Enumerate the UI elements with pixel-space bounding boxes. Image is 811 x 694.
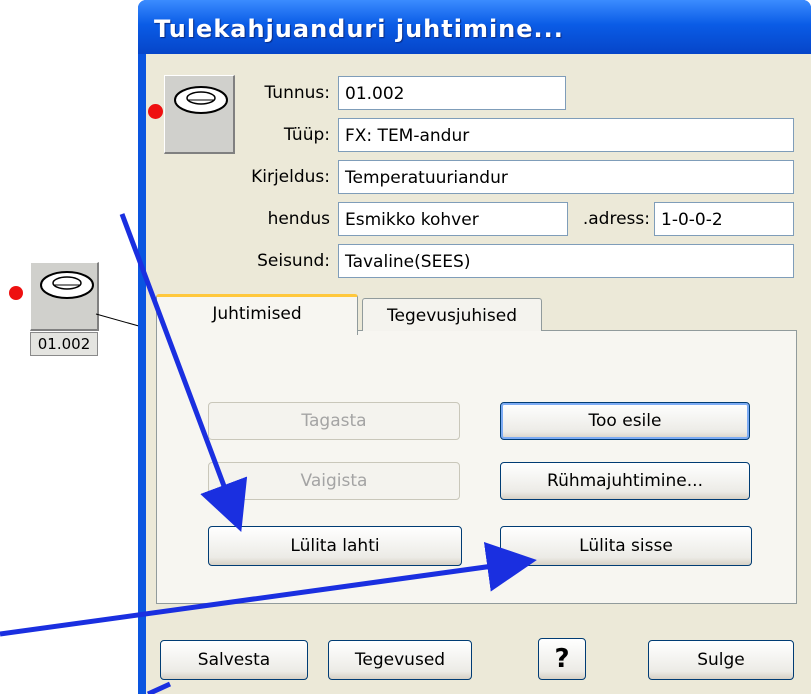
annotation-arrow-salvesta — [146, 681, 172, 694]
annotation-arrow-lulita-lahti — [119, 213, 248, 533]
annotation-arrow-lulita-sisse — [0, 542, 537, 637]
annotation-arrows — [0, 213, 537, 694]
